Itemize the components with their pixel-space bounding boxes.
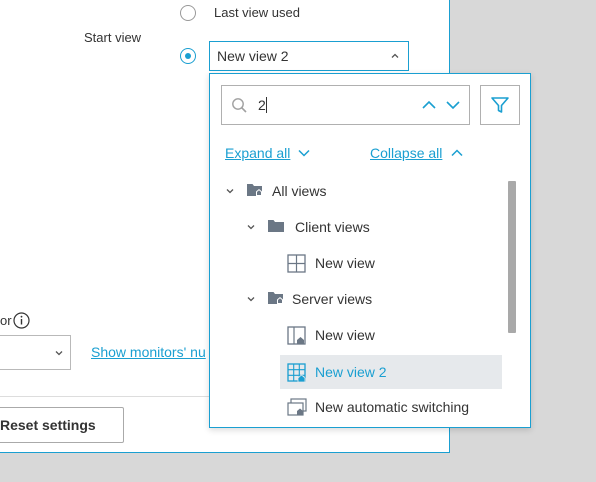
tree-item-label: New automatic switching	[315, 399, 470, 415]
radio-last-view[interactable]	[180, 5, 196, 21]
chevron-up-icon[interactable]	[450, 147, 464, 159]
chevron-down-icon[interactable]	[225, 186, 235, 196]
chevron-down-icon[interactable]	[246, 294, 256, 304]
view-picker-popup: 2 Expand all Collapse all All views Clie…	[209, 73, 531, 428]
chevron-down-icon	[54, 348, 64, 358]
next-result-icon[interactable]	[445, 98, 461, 112]
reset-settings-label: Reset settings	[0, 417, 96, 433]
tree-item-all-views[interactable]: All views	[210, 175, 510, 207]
tree-item-new-view-2[interactable]: New view 2	[280, 355, 502, 389]
reset-settings-button[interactable]: Reset settings	[0, 407, 124, 443]
layout-home-icon	[287, 326, 306, 345]
chevron-down-icon[interactable]	[246, 222, 256, 232]
grid-icon	[287, 254, 306, 273]
tree-item-label: New view	[315, 255, 375, 271]
search-value: 2	[258, 97, 266, 113]
collapse-all-link[interactable]: Collapse all	[370, 145, 442, 161]
monitor-label-fragment: or	[0, 313, 12, 328]
previous-result-icon[interactable]	[421, 98, 437, 112]
tree-item-new-view-server[interactable]: New view	[210, 319, 510, 351]
tree-item-label: New view 2	[315, 364, 387, 380]
chevron-down-icon[interactable]	[297, 147, 311, 159]
tree-item-label: Server views	[292, 291, 373, 307]
filter-button[interactable]	[480, 85, 520, 125]
switching-icon	[287, 398, 307, 417]
tree-item-label: Client views	[295, 219, 370, 235]
search-input[interactable]: 2	[221, 85, 470, 125]
folder-home-icon	[246, 182, 264, 198]
scrollbar-thumb[interactable]	[508, 181, 516, 333]
tree-item-new-automatic-switching[interactable]: New automatic switching	[210, 391, 510, 423]
radio-specific-view[interactable]	[180, 48, 196, 64]
chevron-up-icon	[390, 51, 400, 61]
tree-item-label: New view	[315, 327, 375, 343]
text-caret	[266, 97, 267, 113]
folder-home-icon	[267, 290, 285, 306]
filter-icon	[490, 95, 510, 115]
tree-item-client-views[interactable]: Client views	[210, 211, 510, 243]
tree-item-server-views[interactable]: Server views	[210, 283, 510, 315]
start-view-select-value: New view 2	[217, 48, 289, 64]
monitor-select[interactable]	[0, 335, 71, 370]
start-view-label: Start view	[84, 30, 142, 45]
search-icon	[231, 97, 248, 114]
info-icon[interactable]	[13, 312, 30, 329]
start-view-select[interactable]: New view 2	[209, 41, 409, 71]
grid-home-icon	[287, 363, 307, 383]
expand-all-link[interactable]: Expand all	[225, 145, 290, 161]
last-view-label: Last view used	[214, 5, 300, 20]
folder-icon	[267, 219, 285, 233]
tree-item-new-view-client[interactable]: New view	[210, 247, 510, 279]
show-monitors-link[interactable]: Show monitors' nu	[91, 344, 209, 360]
tree-item-label: All views	[272, 183, 327, 199]
